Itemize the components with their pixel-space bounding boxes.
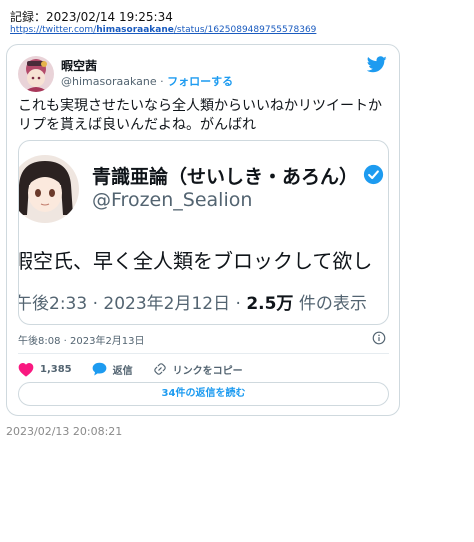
tweet-timestamp[interactable]: 午後8:08 · 2023年2月13日 bbox=[18, 332, 145, 347]
heart-icon bbox=[18, 362, 34, 377]
like-count: 1,385 bbox=[40, 363, 72, 375]
read-replies-button[interactable]: 34件の返信を読む bbox=[18, 382, 389, 406]
reply-label: 返信 bbox=[112, 365, 133, 377]
record-label: 記録：2023/02/14 19:25:34 bbox=[10, 10, 173, 24]
author-avatar[interactable] bbox=[18, 56, 54, 92]
quoted-author-handle: @Frozen_Sealion bbox=[92, 189, 253, 211]
quoted-tweet-meta: 午後2:33 · 2023年2月12日 · 2.5万 件の表示 bbox=[18, 289, 367, 314]
link-icon bbox=[153, 363, 166, 375]
twitter-bird-icon[interactable] bbox=[367, 56, 387, 73]
quoted-tweet-image[interactable]: 青識亜論（せいしき・あろん） @Frozen_Sealion 暇空氏、早く全人類… bbox=[18, 140, 389, 325]
source-url-link[interactable]: https://twitter.com/himasoraakane/status… bbox=[10, 25, 316, 35]
verified-badge-icon bbox=[363, 164, 384, 185]
like-button[interactable]: 1,385 bbox=[18, 362, 72, 377]
tweet-actions: 1,385 返信 リンクをコピー bbox=[18, 360, 263, 378]
copy-link-button[interactable]: リンクをコピー bbox=[153, 362, 243, 377]
quoted-meta-views: 2.5万 bbox=[246, 294, 294, 314]
reply-button[interactable]: 返信 bbox=[92, 362, 133, 377]
tweet-text: これも実現させたいなら全人類からいいねかリツイートかリプを貰えば良いんだよね。が… bbox=[18, 98, 382, 133]
url-user: himasoraakane bbox=[96, 25, 174, 35]
url-suffix: /status/1625089489755578369 bbox=[173, 25, 317, 35]
author-handle[interactable]: @himasoraakane bbox=[61, 75, 157, 88]
footer-date: 2023/02/13 20:08:21 bbox=[6, 425, 123, 438]
author-name[interactable]: 暇空茜 bbox=[61, 57, 97, 74]
handle-separator: · bbox=[160, 75, 164, 88]
tweet-card: 暇空茜 @himasoraakane · フォローする これも実現させたいなら全… bbox=[6, 44, 400, 416]
quoted-meta-time: 午後2:33 · 2023年2月12日 · bbox=[18, 294, 241, 314]
url-prefix: https://twitter.com/ bbox=[10, 25, 97, 35]
quoted-author-avatar bbox=[19, 155, 79, 223]
divider bbox=[18, 353, 389, 354]
quoted-author-name: 青識亜論（せいしき・あろん） bbox=[92, 166, 359, 188]
quoted-tweet-text: 暇空氏、早く全人類をブロックして欲し bbox=[18, 249, 373, 273]
follow-button[interactable]: フォローする bbox=[167, 75, 233, 88]
speech-bubble-icon bbox=[92, 362, 107, 376]
quoted-meta-views-suffix: 件の表示 bbox=[298, 294, 367, 314]
copy-link-label: リンクをコピー bbox=[172, 365, 243, 377]
author-handle-row: @himasoraakane · フォローする bbox=[61, 73, 233, 89]
info-icon[interactable] bbox=[372, 331, 386, 345]
